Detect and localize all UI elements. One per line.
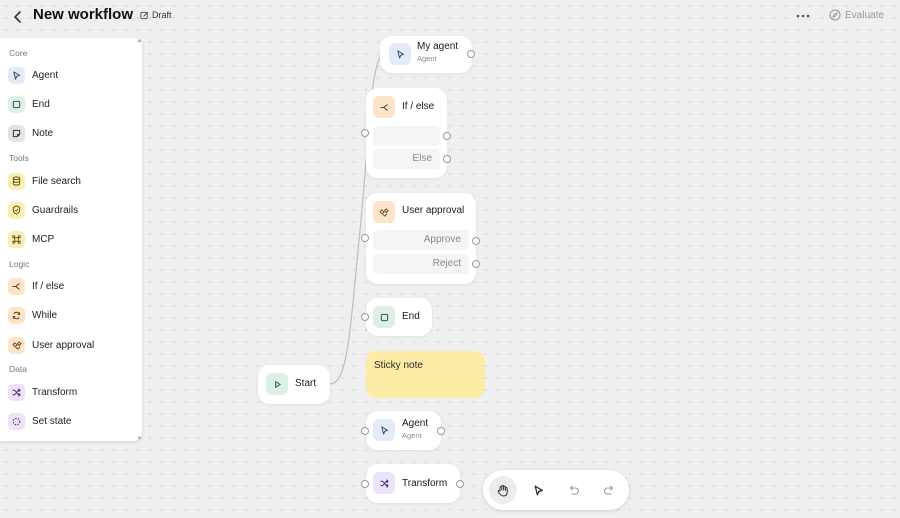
pointer-tool-button[interactable] [524, 476, 552, 504]
branch-icon [8, 277, 25, 295]
branch-condition[interactable] [373, 126, 440, 146]
undo-icon [569, 484, 579, 495]
port-out-approve[interactable] [472, 237, 480, 245]
port-out-else-branch[interactable] [443, 155, 451, 163]
agent-cursor-icon [389, 43, 411, 65]
pointer-icon [534, 484, 543, 496]
hand-tool-button[interactable] [489, 476, 517, 504]
palette-item-label: While [32, 309, 58, 321]
node-label: My agent [417, 41, 459, 52]
port-out-agent[interactable] [437, 427, 445, 435]
branch-else[interactable]: Else [373, 149, 440, 169]
node-label: Agent [402, 418, 429, 429]
palette-item-label: Note [32, 127, 54, 139]
canvas-toolbar [483, 470, 629, 510]
node-my-agent[interactable]: My agent Agent [380, 36, 472, 73]
stop-square-icon [373, 306, 395, 328]
port-in-agent[interactable] [361, 427, 369, 435]
node-label: Transform [402, 478, 448, 489]
node-sublabel: Agent [417, 54, 437, 63]
palette-item-label: Set state [32, 415, 72, 427]
shuffle-icon [8, 383, 25, 401]
palette-item-while[interactable]: While [8, 304, 136, 326]
branch-reject[interactable]: Reject [373, 254, 469, 274]
database-icon [8, 172, 25, 190]
sticky-note[interactable]: Sticky note [366, 351, 485, 398]
note-icon [8, 124, 25, 142]
palette-item-label: If / else [32, 280, 65, 292]
redo-icon [604, 484, 614, 495]
section-tools: Tools [9, 153, 29, 163]
loop-icon [8, 306, 25, 324]
palette-item-set-state[interactable]: Set state [8, 410, 136, 432]
section-core: Core [9, 48, 28, 58]
palette-item-user-approval[interactable]: User approval [8, 334, 136, 356]
palette-item-label: File search [32, 175, 81, 187]
shuffle-icon [373, 472, 395, 494]
agent-cursor-icon [8, 66, 25, 84]
palette-item-mcp[interactable]: MCP [8, 228, 136, 250]
approval-icon [373, 201, 395, 223]
port-out-reject[interactable] [472, 260, 480, 268]
stop-square-icon [8, 95, 25, 113]
palette-item-end[interactable]: End [8, 93, 136, 115]
branch-icon [373, 96, 395, 118]
palette-item-label: Agent [32, 69, 59, 81]
port-out-transform[interactable] [456, 480, 464, 488]
port-out-my-agent[interactable] [467, 50, 475, 58]
node-label: User approval [402, 205, 465, 216]
node-end[interactable]: End [366, 298, 432, 336]
node-user-approval[interactable]: User approval Approve Reject [366, 193, 476, 284]
palette-item-label: User approval [32, 339, 95, 351]
shield-icon [8, 201, 25, 219]
dashed-circle-icon [8, 412, 25, 430]
scroll-down-arrow[interactable] [137, 436, 142, 441]
palette-item-file-search[interactable]: File search [8, 170, 136, 192]
port-out-if-branch[interactable] [443, 132, 451, 140]
node-label: End [402, 311, 420, 322]
node-label: Start [295, 378, 317, 389]
hand-icon [497, 484, 508, 496]
agent-cursor-icon [373, 419, 395, 441]
palette-item-note[interactable]: Note [8, 122, 136, 144]
node-start[interactable]: Start [258, 365, 330, 404]
palette-item-guardrails[interactable]: Guardrails [8, 199, 136, 221]
section-logic: Logic [9, 259, 30, 269]
play-icon [266, 373, 288, 395]
palette-item-label: End [32, 98, 50, 110]
palette-item-label: Transform [32, 386, 78, 398]
palette-item-if-else[interactable]: If / else [8, 275, 136, 297]
approval-icon [8, 336, 25, 354]
node-transform[interactable]: Transform [366, 464, 460, 503]
port-in-transform[interactable] [361, 480, 369, 488]
palette-item-agent[interactable]: Agent [8, 64, 136, 86]
undo-button[interactable] [560, 476, 588, 504]
mcp-icon [8, 230, 25, 248]
node-sublabel: Agent [402, 431, 422, 440]
port-in-if-else[interactable] [361, 129, 369, 137]
palette-item-label: MCP [32, 233, 55, 245]
redo-button[interactable] [595, 476, 623, 504]
section-data: Data [9, 364, 27, 374]
palette-item-transform[interactable]: Transform [8, 381, 136, 403]
node-label: If / else [402, 101, 435, 112]
node-agent[interactable]: Agent Agent [366, 411, 441, 450]
port-in-user-approval[interactable] [361, 234, 369, 242]
node-if-else[interactable]: If / else Else [366, 88, 447, 178]
palette-item-label: Guardrails [32, 204, 79, 216]
port-in-end[interactable] [361, 313, 369, 321]
scroll-up-arrow[interactable] [137, 38, 142, 43]
branch-approve[interactable]: Approve [373, 230, 469, 250]
sticky-note-text: Sticky note [374, 360, 423, 371]
node-palette: Core Agent End Note Tools File search Gu… [0, 38, 142, 441]
